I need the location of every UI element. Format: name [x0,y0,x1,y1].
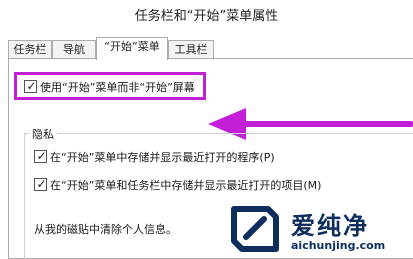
tab-start-menu[interactable]: “开始”菜单 [96,37,168,60]
checkmark-icon: ✓ [36,177,47,191]
privacy-group-label: 隐私 [29,126,57,142]
recent-items-checkbox[interactable]: ✓ [34,177,47,191]
watermark-brand: 爱纯净 [291,212,369,240]
watermark-logo: 爱纯净 aichunjing.com [222,199,413,259]
tab-toolbars[interactable]: 工具栏 [168,40,214,59]
recent-items-label[interactable]: 在“开始”菜单和任务栏中存储并显示最近打开的项目(M) [50,177,321,193]
recent-programs-checkbox[interactable]: ✓ [34,149,47,163]
tab-taskbar[interactable]: 任务栏 [8,40,52,59]
checkmark-icon: ✓ [36,149,47,163]
watermark-url: aichunjing.com [291,239,386,252]
title-bar: 任务栏和“开始”菜单属性 [0,0,413,30]
annotation-highlight-box [14,72,206,100]
window-title: 任务栏和“开始”菜单属性 [134,9,279,24]
tab-strip: 任务栏 导航 “开始”菜单 工具栏 [8,37,405,60]
watermark-emblem-icon [231,206,279,252]
tab-navigation[interactable]: 导航 [52,40,96,59]
recent-programs-label[interactable]: 在“开始”菜单中存储并显示最近打开的程序(P) [50,149,275,165]
clear-tile-info-text: 从我的磁贴中清除个人信息。 [34,223,177,236]
